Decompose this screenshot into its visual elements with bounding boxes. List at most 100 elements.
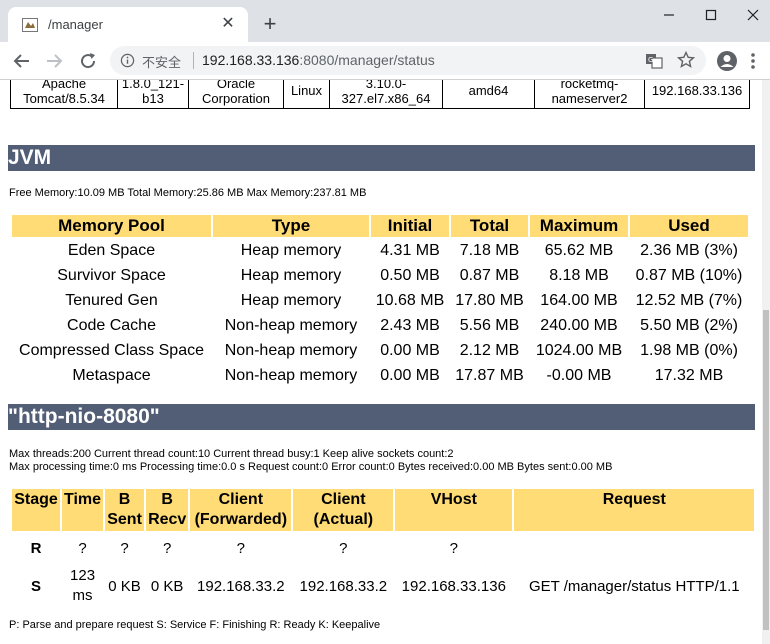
- col-client-forwarded-label2: (Forwarded): [194, 511, 288, 528]
- col-total: Total: [451, 215, 528, 237]
- col-stage-label: Stage: [14, 491, 58, 508]
- browser-toolbar: 不安全 192.168.33.136:8080/manager/status G: [0, 42, 770, 80]
- browser-tab[interactable]: /manager ✕: [8, 7, 248, 42]
- reload-icon[interactable]: [76, 49, 100, 73]
- translate-icon[interactable]: G: [645, 52, 663, 70]
- connector-heading: "http-nio-8080": [8, 404, 755, 430]
- os-arch-cell: amd64: [442, 80, 535, 109]
- back-arrow-icon[interactable]: [10, 49, 34, 73]
- tab-title: /manager: [48, 17, 103, 32]
- memory-summary: Free Memory:10.09 MB Total Memory:25.86 …: [9, 187, 367, 199]
- pool-name: Compressed Class Space: [19, 341, 204, 359]
- pool-maximum: 8.18 MB: [549, 266, 609, 284]
- col-client-forwarded: Client (Forwarded): [190, 489, 292, 531]
- request-client-forwarded: 192.168.33.2: [197, 577, 285, 595]
- url-text[interactable]: 192.168.33.136:8080/manager/status: [202, 52, 435, 68]
- pool-total: 17.80 MB: [455, 291, 524, 309]
- pool-total: 2.12 MB: [459, 341, 520, 359]
- url-path: :8080/manager/status: [299, 52, 435, 68]
- request-bytes-recv: 0 KB: [150, 577, 184, 595]
- window-maximize-icon[interactable]: [699, 4, 723, 26]
- pool-type: Non-heap memory: [224, 366, 358, 384]
- pool-maximum: 164.00 MB: [540, 291, 618, 309]
- profile-avatar-icon[interactable]: [716, 50, 738, 72]
- pool-maximum: 1024.00 MB: [535, 341, 623, 359]
- request-line: [514, 533, 754, 563]
- security-label: 不安全: [142, 55, 182, 70]
- tomcat-favicon-icon: [22, 18, 38, 32]
- col-memory-pool: Memory Pool: [12, 215, 211, 237]
- tomcat-version-cell: Apache Tomcat/8.5.34: [10, 80, 118, 109]
- request-bytes-sent: ?: [120, 539, 129, 557]
- forward-arrow-icon[interactable]: [42, 49, 66, 73]
- pool-used: 1.98 MB (0%): [640, 341, 738, 359]
- request-stage: R: [30, 539, 42, 557]
- col-client-actual-label: Client: [321, 491, 366, 508]
- server-info-row: Apache Tomcat/8.5.34 1.8.0_121-b13 Oracl…: [10, 80, 750, 109]
- pool-maximum: 65.62 MB: [544, 241, 614, 259]
- pool-type: Heap memory: [240, 241, 342, 259]
- table-row: Eden Space Heap memory 4.31 MB 7.18 MB 6…: [12, 239, 748, 262]
- col-bytes-recv-label: B: [161, 491, 173, 508]
- request-time-value: 123: [70, 567, 96, 584]
- window-minimize-icon[interactable]: [657, 4, 681, 26]
- col-type: Type: [213, 215, 369, 237]
- pool-name: Eden Space: [67, 241, 156, 259]
- memory-pool-table: Memory Pool Type Initial Total Maximum U…: [10, 213, 750, 389]
- pool-total: 7.18 MB: [459, 241, 520, 259]
- pool-name: Survivor Space: [57, 266, 166, 284]
- col-bytes-sent: B Sent: [105, 489, 145, 531]
- page-viewport: Apache Tomcat/8.5.34 1.8.0_121-b13 Oracl…: [0, 80, 762, 644]
- pool-name: Tenured Gen: [65, 291, 158, 309]
- request-client-forwarded: ?: [236, 539, 245, 557]
- window-close-icon[interactable]: [741, 4, 765, 26]
- os-name-cell: Linux: [283, 80, 330, 109]
- request-stage: S: [30, 577, 41, 595]
- table-row: Tenured Gen Heap memory 10.68 MB 17.80 M…: [12, 289, 748, 312]
- table-row: Code Cache Non-heap memory 2.43 MB 5.56 …: [12, 314, 748, 337]
- pool-type: Non-heap memory: [224, 341, 358, 359]
- browser-titlebar: /manager ✕ +: [0, 0, 770, 42]
- page-scrollbar[interactable]: [762, 80, 770, 644]
- memory-pool-header-row: Memory Pool Type Initial Total Maximum U…: [12, 215, 748, 237]
- new-tab-icon[interactable]: +: [260, 13, 280, 35]
- pool-name: Metaspace: [72, 366, 151, 384]
- request-client-actual: ?: [339, 539, 348, 557]
- col-bytes-sent-label: B: [118, 491, 131, 508]
- table-row: Compressed Class Space Non-heap memory 0…: [12, 339, 748, 362]
- info-icon[interactable]: [120, 53, 135, 68]
- col-time-label: Time: [64, 491, 102, 508]
- pool-name: Code Cache: [67, 316, 156, 334]
- col-maximum: Maximum: [530, 215, 628, 237]
- tab-close-icon[interactable]: ✕: [218, 14, 238, 34]
- col-time: Time: [62, 489, 104, 531]
- col-stage: Stage: [12, 489, 60, 531]
- pool-used: 17.32 MB: [654, 366, 724, 384]
- jvm-version-cell: 1.8.0_121-b13: [117, 80, 189, 109]
- pool-used: 0.87 MB (10%): [635, 266, 743, 284]
- processing-info: Max processing time:0 ms Processing time…: [9, 461, 613, 473]
- pool-initial: 10.68 MB: [375, 291, 445, 309]
- pool-total: 0.87 MB: [459, 266, 520, 284]
- pool-maximum: 240.00 MB: [540, 316, 618, 334]
- request-vhost: ?: [449, 539, 458, 557]
- pool-type: Heap memory: [240, 266, 342, 284]
- thread-info: Max threads:200 Current thread count:10 …: [9, 448, 454, 460]
- address-bar[interactable]: 不安全 192.168.33.136:8080/manager/status G: [110, 46, 706, 75]
- table-row: Metaspace Non-heap memory 0.00 MB 17.87 …: [12, 364, 748, 387]
- col-initial: Initial: [371, 215, 449, 237]
- address-separator: [193, 52, 194, 69]
- col-vhost: VHost: [395, 489, 513, 531]
- request-vhost: 192.168.33.136: [401, 577, 506, 595]
- url-host: 192.168.33.136: [202, 52, 300, 68]
- scrollbar-thumb[interactable]: [763, 310, 769, 630]
- table-row: S 123 ms 0 KB 0 KB 192.168.33.2 192.168.3…: [12, 565, 754, 607]
- pool-used: 5.50 MB (2%): [640, 316, 738, 334]
- more-menu-icon[interactable]: [750, 51, 756, 71]
- request-bytes-sent: 0 KB: [108, 577, 141, 595]
- col-request: Request: [514, 489, 755, 531]
- col-client-actual-label2: (Actual): [313, 511, 374, 528]
- request-time: ?: [78, 539, 87, 557]
- col-bytes-sent-label2: Sent: [107, 511, 142, 528]
- bookmark-star-icon[interactable]: [677, 51, 695, 69]
